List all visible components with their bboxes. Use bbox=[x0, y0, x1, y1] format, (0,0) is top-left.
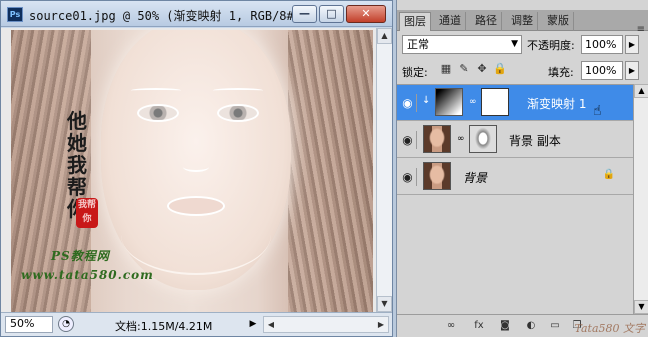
minimize-button[interactable]: — bbox=[292, 5, 317, 23]
panel-tabs: 图层 通道 路径 调整 蒙版 ≡ bbox=[397, 10, 648, 35]
lock-transparency-icon[interactable]: ▦ bbox=[439, 62, 453, 76]
left-eye bbox=[137, 104, 179, 122]
layer-thumbnail[interactable] bbox=[423, 125, 451, 153]
layers-panel-footer: ∞ fx ◙ ◐ ▭ ❐ Tata580 文字 bbox=[397, 314, 648, 337]
watermark-url: www.tata580.com bbox=[21, 268, 154, 282]
add-mask-icon[interactable]: ◙ bbox=[497, 319, 513, 333]
tab-paths[interactable]: 路径 bbox=[471, 12, 502, 31]
lock-pixels-brush-icon[interactable]: ✎ bbox=[457, 62, 471, 76]
blend-mode-value: 正常 bbox=[407, 38, 429, 51]
red-seal-stamp: 我帮你 bbox=[76, 198, 98, 228]
photoshop-logo-icon: Ps bbox=[7, 7, 23, 22]
scroll-up-icon[interactable]: ▲ bbox=[634, 84, 648, 98]
link-layers-icon[interactable]: ∞ bbox=[443, 319, 459, 333]
jawline bbox=[121, 195, 271, 275]
layer-row-background-copy[interactable]: ◉ ∞ 背景 副本 bbox=[397, 122, 633, 158]
visibility-eye-icon[interactable]: ◉ bbox=[399, 131, 417, 149]
scroll-down-icon[interactable]: ▼ bbox=[377, 296, 392, 312]
left-eyebrow bbox=[131, 88, 181, 93]
visibility-eye-icon[interactable]: ◉ bbox=[399, 94, 417, 112]
layer-thumbnail[interactable] bbox=[423, 162, 451, 190]
face bbox=[101, 30, 291, 290]
portrait-image: 他 她 我 帮 你 我帮你 PS教程网 www.tata580.com bbox=[11, 30, 373, 312]
document-info: 文档:1.15M/4.21M bbox=[115, 320, 213, 333]
panel-menu-icon[interactable]: ≡ bbox=[637, 24, 645, 35]
tab-channels[interactable]: 通道 bbox=[435, 12, 466, 31]
fill-slider-button[interactable]: ▶ bbox=[625, 61, 639, 80]
hair-right bbox=[288, 30, 373, 312]
layers-scrollbar[interactable]: ▲ ▼ bbox=[633, 84, 648, 314]
layers-list: ◉ ↓ ∞ 渐变映射 1 ☝ ◉ ∞ 背景 副本 ◉ 背景 🔒 bbox=[397, 84, 633, 314]
layer-style-fx-icon[interactable]: fx bbox=[471, 319, 487, 333]
opacity-field[interactable]: 100% bbox=[581, 35, 623, 54]
layer-mask-thumbnail[interactable] bbox=[469, 125, 497, 153]
document-titlebar[interactable]: Ps source01.jpg @ 50% (渐变映射 1, RGB/8#) *… bbox=[1, 1, 392, 27]
new-adjustment-layer-icon[interactable]: ◐ bbox=[523, 319, 539, 333]
document-title: source01.jpg @ 50% (渐变映射 1, RGB/8#) * bbox=[29, 9, 316, 23]
link-chain-icon[interactable]: ∞ bbox=[469, 97, 477, 107]
fill-label: 填充: bbox=[548, 66, 574, 79]
canvas-area[interactable]: 他 她 我 帮 你 我帮你 PS教程网 www.tata580.com bbox=[1, 28, 377, 312]
layer-name[interactable]: 渐变映射 1 bbox=[527, 95, 586, 112]
tab-masks[interactable]: 蒙版 bbox=[543, 12, 574, 31]
status-info-icon[interactable]: ◔ bbox=[58, 316, 74, 332]
window-controls: — □ ✕ bbox=[292, 5, 386, 23]
lock-position-move-icon[interactable]: ✥ bbox=[475, 62, 489, 76]
scroll-right-icon[interactable]: ▶ bbox=[374, 317, 388, 332]
horizontal-scrollbar[interactable]: ◀ ▶ bbox=[263, 316, 389, 333]
layer-row-gradient-map[interactable]: ◉ ↓ ∞ 渐变映射 1 ☝ bbox=[397, 85, 633, 121]
footer-watermark: Tata580 文字 bbox=[574, 322, 645, 335]
opacity-label: 不透明度: bbox=[527, 39, 575, 52]
watermark-site-name: PS教程网 bbox=[51, 249, 110, 263]
restore-button[interactable]: □ bbox=[319, 5, 344, 23]
layers-panel: 图层 通道 路径 调整 蒙版 ≡ 正常 ▼ 不透明度: 100% ▶ 锁定: ▦… bbox=[396, 0, 648, 337]
vertical-scrollbar[interactable]: ▲ ▼ bbox=[376, 28, 392, 312]
status-bar: 50% ◔ 文档:1.15M/4.21M ▶ ◀ ▶ bbox=[1, 312, 392, 336]
tab-layers[interactable]: 图层 bbox=[399, 12, 431, 31]
document-window: Ps source01.jpg @ 50% (渐变映射 1, RGB/8#) *… bbox=[0, 0, 393, 337]
lock-all-icon[interactable]: 🔒 bbox=[493, 62, 507, 76]
opacity-slider-button[interactable]: ▶ bbox=[625, 35, 639, 54]
gradient-map-adjustment-icon[interactable] bbox=[435, 88, 463, 116]
right-eyebrow bbox=[213, 88, 263, 93]
clipping-arrow-icon: ↓ bbox=[422, 95, 431, 106]
new-group-folder-icon[interactable]: ▭ bbox=[547, 319, 563, 333]
lock-label: 锁定: bbox=[402, 66, 428, 79]
status-menu-arrow-icon[interactable]: ▶ bbox=[247, 317, 259, 332]
calligraphy-char: 帮 bbox=[67, 175, 87, 199]
close-button[interactable]: ✕ bbox=[346, 5, 386, 23]
blend-mode-select[interactable]: 正常 ▼ bbox=[402, 35, 522, 54]
calligraphy-char: 我 bbox=[67, 153, 87, 177]
calligraphy-char: 他 bbox=[67, 109, 87, 133]
lock-icon: 🔒 bbox=[602, 169, 615, 180]
layer-row-background[interactable]: ◉ 背景 🔒 bbox=[397, 159, 633, 195]
visibility-eye-icon[interactable]: ◉ bbox=[399, 168, 417, 186]
chevron-down-icon: ▼ bbox=[511, 39, 518, 49]
nose bbox=[183, 162, 209, 172]
scroll-left-icon[interactable]: ◀ bbox=[264, 317, 278, 332]
tab-adjustments[interactable]: 调整 bbox=[507, 12, 538, 31]
layer-name[interactable]: 背景 bbox=[463, 169, 487, 186]
link-chain-icon[interactable]: ∞ bbox=[457, 134, 465, 144]
zoom-field[interactable]: 50% bbox=[5, 316, 53, 333]
scroll-down-icon[interactable]: ▼ bbox=[634, 300, 648, 314]
right-eye bbox=[217, 104, 259, 122]
hand-cursor-icon: ☝ bbox=[593, 103, 602, 119]
calligraphy-char: 她 bbox=[67, 131, 87, 155]
scroll-up-icon[interactable]: ▲ bbox=[377, 28, 392, 44]
fill-field[interactable]: 100% bbox=[581, 61, 623, 80]
layer-name[interactable]: 背景 副本 bbox=[509, 132, 561, 149]
layer-mask-thumbnail[interactable] bbox=[481, 88, 509, 116]
